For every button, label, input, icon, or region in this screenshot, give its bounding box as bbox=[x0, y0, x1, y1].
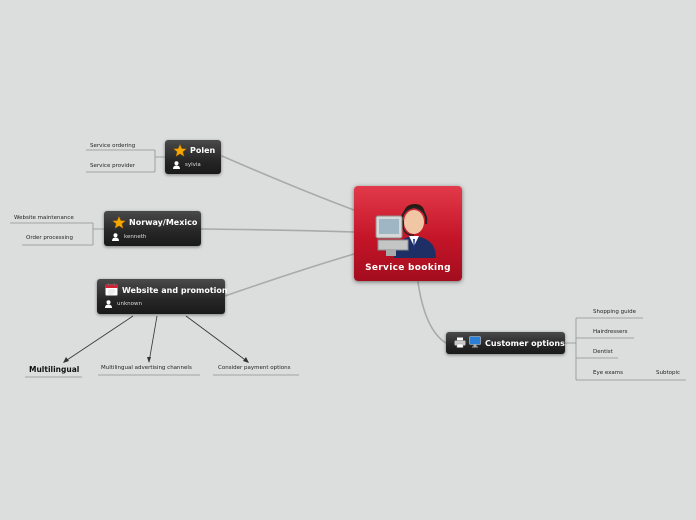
topic-customer-options[interactable]: Customer options bbox=[446, 332, 565, 354]
leaf-multilingual-advertising-channels[interactable]: Multilingual advertising channels bbox=[101, 365, 192, 371]
underline-website-leaves bbox=[25, 374, 299, 378]
topic-website-promotion[interactable]: Website and promotion unknown bbox=[97, 279, 228, 314]
central-topic-title: Service booking bbox=[365, 263, 451, 273]
connector-center-customer bbox=[417, 281, 447, 344]
topic-norway-mexico-title: Norway/Mexico bbox=[129, 218, 198, 227]
topic-website-promotion-title: Website and promotion bbox=[122, 286, 228, 295]
connector-lines bbox=[10, 149, 686, 381]
arrow-website-channels bbox=[148, 315, 158, 363]
arrowhead-payment bbox=[243, 357, 249, 363]
leaf-service-provider[interactable]: Service provider bbox=[90, 163, 135, 169]
calendar-icon bbox=[105, 283, 118, 296]
leaf-eye-exams[interactable]: Eye exams bbox=[593, 370, 623, 376]
customer-support-operator-icon bbox=[375, 204, 436, 258]
leaf-service-ordering[interactable]: Service ordering bbox=[90, 143, 135, 149]
leaf-subtopic[interactable]: Subtopic bbox=[656, 370, 680, 376]
leaf-multilingual[interactable]: Multilingual bbox=[29, 365, 79, 374]
arrow-website-multilingual bbox=[63, 315, 134, 363]
topic-polen-person: sylvia bbox=[185, 162, 201, 168]
connector-norway-children bbox=[10, 222, 104, 246]
person-icon bbox=[112, 233, 119, 241]
leaf-website-maintenance[interactable]: Website maintenance bbox=[14, 215, 74, 221]
leaf-dentist[interactable]: Dentist bbox=[593, 349, 613, 355]
arrowhead-channels bbox=[147, 357, 151, 363]
connector-center-website bbox=[224, 253, 355, 297]
topic-norway-mexico-person: kenneth bbox=[124, 234, 147, 240]
connector-center-polen bbox=[221, 155, 355, 211]
topic-customer-options-title: Customer options bbox=[485, 339, 565, 348]
monitor-icon bbox=[469, 336, 481, 348]
star-icon bbox=[112, 216, 126, 229]
leaf-shopping-guide[interactable]: Shopping guide bbox=[593, 309, 636, 315]
star-icon bbox=[173, 144, 187, 157]
leaf-order-processing[interactable]: Order processing bbox=[26, 235, 73, 241]
leaf-hairdressers[interactable]: Hairdressers bbox=[593, 329, 627, 335]
connector-center-norway bbox=[200, 228, 355, 233]
topic-polen-title: Polen bbox=[190, 146, 216, 155]
topic-website-promotion-person: unknown bbox=[117, 301, 142, 307]
arrowhead-multilingual bbox=[63, 357, 69, 363]
person-icon bbox=[173, 161, 180, 169]
topic-polen[interactable]: Polen sylvia bbox=[165, 140, 221, 174]
arrow-website-payment bbox=[185, 315, 249, 363]
central-topic[interactable]: Service booking bbox=[354, 186, 462, 281]
printer-icon bbox=[454, 337, 466, 348]
leaf-consider-payment-options[interactable]: Consider payment options bbox=[218, 365, 290, 371]
person-icon bbox=[105, 300, 112, 308]
topic-norway-mexico[interactable]: Norway/Mexico kenneth bbox=[104, 211, 201, 246]
